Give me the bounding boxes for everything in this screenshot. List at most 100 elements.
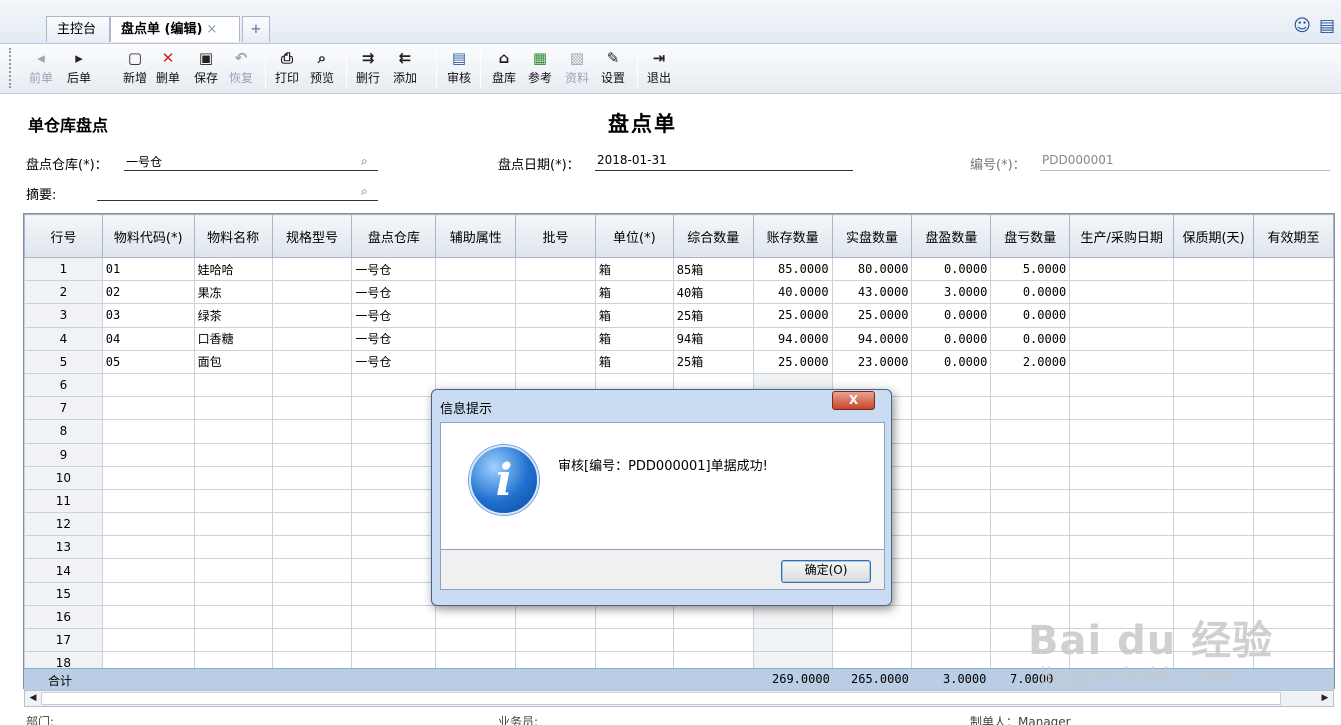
cell-spec[interactable] <box>271 326 353 351</box>
cell-empty[interactable] <box>351 465 437 490</box>
col-header[interactable]: 盘亏数量 <box>990 214 1071 258</box>
cell-empty[interactable] <box>990 465 1071 490</box>
cell-empty[interactable] <box>193 581 273 606</box>
cell-batch[interactable] <box>515 303 596 328</box>
cell-actual[interactable]: 25.0000 <box>831 303 913 328</box>
cell-empty[interactable] <box>1173 303 1255 328</box>
table-row[interactable]: 3 03 绿茶 一号仓箱 25箱 25.0000 25.0000 0.0000 0.0000 <box>24 303 1334 328</box>
cell-spec[interactable] <box>271 349 353 374</box>
cell-empty[interactable] <box>101 604 195 630</box>
cell-gain[interactable]: 0.0000 <box>911 303 992 328</box>
cell-empty[interactable] <box>1069 372 1175 398</box>
cell-mix[interactable]: 94箱 <box>672 326 754 351</box>
cell-empty[interactable] <box>193 604 273 630</box>
new-button[interactable]: ▢ 新增 <box>120 47 150 91</box>
exit-button[interactable]: ⇥ 退出 <box>644 47 674 91</box>
cell-empty[interactable] <box>193 558 273 583</box>
cell-empty[interactable] <box>515 604 596 630</box>
cell-book[interactable]: 40.0000 <box>752 280 833 305</box>
col-header[interactable]: 有效期至 <box>1253 214 1334 258</box>
cell-mix[interactable]: 25箱 <box>672 349 754 374</box>
cell-gain[interactable]: 0.0000 <box>911 256 992 282</box>
cell-empty[interactable] <box>1173 280 1255 305</box>
cell-unit[interactable]: 箱 <box>594 256 674 282</box>
save-button[interactable]: ▣ 保存 <box>191 47 221 91</box>
cell-empty[interactable] <box>911 442 992 467</box>
cell-empty[interactable] <box>271 372 353 398</box>
col-header[interactable]: 批号 <box>515 214 596 258</box>
cell-empty[interactable] <box>1173 535 1255 560</box>
cell-empty[interactable] <box>515 627 596 653</box>
smile-icon[interactable]: ☺ <box>1293 16 1311 36</box>
cell-empty[interactable] <box>1253 349 1334 374</box>
table-row[interactable]: 5 05 面包 一号仓 箱 25箱 25.0000 23.0000 0.0000 2.0000 <box>24 349 1334 374</box>
col-header[interactable]: 账存数量 <box>752 214 833 258</box>
cell-spec[interactable] <box>271 303 353 328</box>
col-header[interactable]: 综合数量 <box>672 214 754 258</box>
cell-name[interactable]: 口香糖 <box>193 326 273 351</box>
cell-empty[interactable] <box>1069 488 1175 514</box>
cell-batch[interactable] <box>515 256 596 282</box>
cell-empty[interactable] <box>101 581 195 606</box>
cell-empty[interactable] <box>594 627 674 653</box>
summary-lookup-icon[interactable]: ⌕ <box>361 184 375 198</box>
cell-empty[interactable] <box>911 396 992 421</box>
cell-empty[interactable] <box>990 488 1071 514</box>
cell-loss[interactable]: 2.0000 <box>990 349 1071 374</box>
cell-empty[interactable] <box>1253 372 1334 398</box>
settings-button[interactable]: ✎ 设置 <box>598 47 628 91</box>
cell-empty[interactable] <box>101 558 195 583</box>
cell-empty[interactable] <box>1253 488 1334 514</box>
cell-empty[interactable] <box>1173 442 1255 467</box>
ok-button[interactable]: 确定(O) <box>781 560 871 583</box>
col-header[interactable]: 行号 <box>24 214 103 258</box>
table-row[interactable]: 4 04 口香糖 一号仓箱 94箱 94.0000 94.0000 0.0000 0.0000 <box>24 326 1334 351</box>
cell-empty[interactable] <box>351 581 437 606</box>
cell-empty[interactable] <box>1253 535 1334 560</box>
cell-empty[interactable] <box>752 604 833 630</box>
audit-button[interactable]: ▤ 审核 <box>444 47 474 91</box>
cell-empty[interactable] <box>1069 512 1175 537</box>
cell-book[interactable]: 25.0000 <box>752 349 833 374</box>
cell-empty[interactable] <box>271 627 353 653</box>
inventory-button[interactable]: ⌂ 盘库 <box>489 47 519 91</box>
cell-empty[interactable] <box>594 604 674 630</box>
cell-empty[interactable] <box>990 419 1071 444</box>
cell-empty[interactable] <box>911 419 992 444</box>
col-header[interactable]: 盘盈数量 <box>911 214 992 258</box>
cell-code[interactable]: 04 <box>101 326 195 351</box>
cell-empty[interactable] <box>101 419 195 444</box>
col-header[interactable]: 盘点仓库 <box>351 214 437 258</box>
cell-empty[interactable] <box>101 442 195 467</box>
cell-batch[interactable] <box>515 349 596 374</box>
cell-empty[interactable] <box>1069 349 1175 374</box>
cell-actual[interactable]: 43.0000 <box>831 280 913 305</box>
cell-empty[interactable] <box>351 627 437 653</box>
cell-wh[interactable]: 一号仓 <box>351 349 437 374</box>
cell-empty[interactable] <box>271 465 353 490</box>
cell-empty[interactable] <box>193 488 273 514</box>
cell-wh[interactable]: 一号仓 <box>351 280 437 305</box>
cell-empty[interactable] <box>1253 326 1334 351</box>
delete-button[interactable]: ✕ 删单 <box>153 47 183 91</box>
cell-empty[interactable] <box>831 604 913 630</box>
cell-empty[interactable] <box>1253 442 1334 467</box>
cell-empty[interactable] <box>351 442 437 467</box>
cell-empty[interactable] <box>193 419 273 444</box>
cell-empty[interactable] <box>1253 512 1334 537</box>
cell-empty[interactable] <box>990 535 1071 560</box>
cell-empty[interactable] <box>351 604 437 630</box>
table-row[interactable]: 2 02 果冻 一号仓 箱 40箱 40.0000 43.0000 3.0000 0.0000 <box>24 280 1334 305</box>
cell-empty[interactable] <box>911 488 992 514</box>
cell-empty[interactable] <box>101 396 195 421</box>
col-header[interactable]: 单位(*) <box>594 214 674 258</box>
cell-empty[interactable] <box>1173 256 1255 282</box>
cell-empty[interactable] <box>1173 558 1255 583</box>
col-header[interactable]: 实盘数量 <box>831 214 913 258</box>
cell-empty[interactable] <box>1173 372 1255 398</box>
cell-empty[interactable] <box>672 627 754 653</box>
cell-empty[interactable] <box>271 558 353 583</box>
cell-empty[interactable] <box>271 604 353 630</box>
cell-spec[interactable] <box>271 280 353 305</box>
cell-empty[interactable] <box>101 465 195 490</box>
